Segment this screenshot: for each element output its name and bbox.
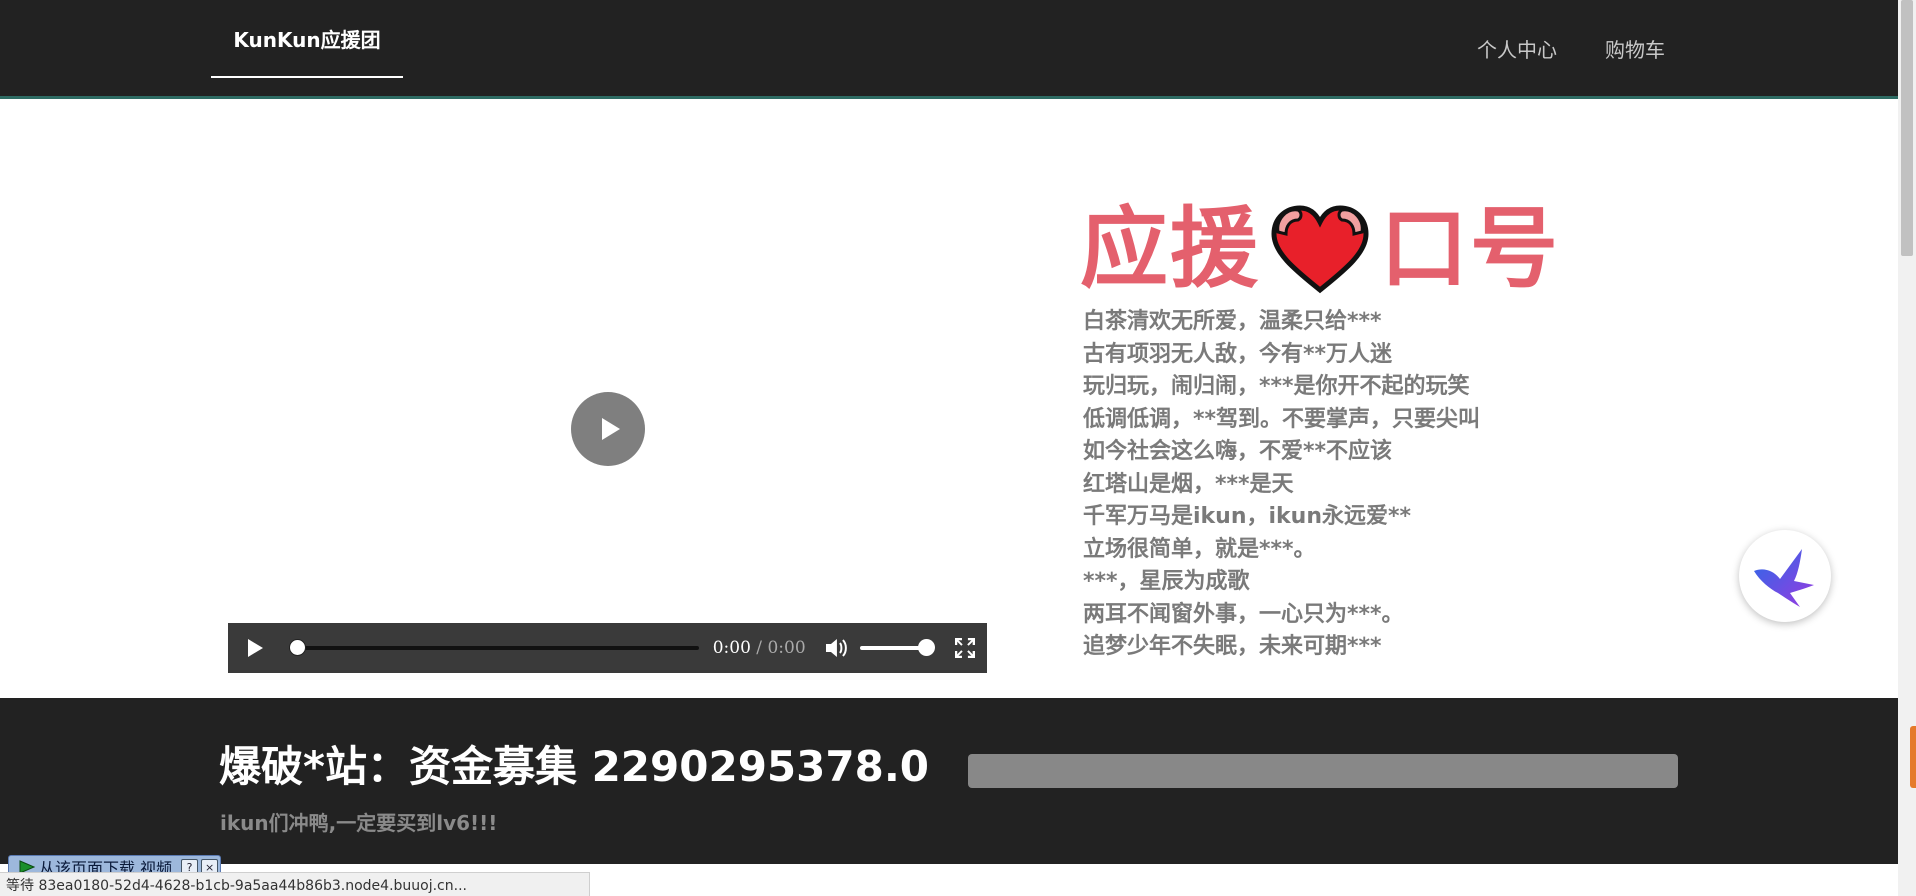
funding-section: 爆破*站：资金募集 2290295378.0 ikun们冲鸭,一定要买到lv6!… xyxy=(0,698,1898,864)
slogan-line: 红塔山是烟，***是天 xyxy=(1083,471,1294,497)
audio-play-icon[interactable] xyxy=(248,639,263,657)
side-edge-tab[interactable] xyxy=(1910,726,1916,788)
funding-progress-fill xyxy=(968,754,1678,788)
slogan-line: 如今社会这么嗨，不爱**不应该 xyxy=(1083,439,1393,464)
volume-slider[interactable] xyxy=(859,639,936,656)
slogan-line: ***，星辰为成歌 xyxy=(1083,569,1250,594)
audio-current-time: 0:00 xyxy=(712,638,751,658)
brand-link[interactable]: KunKun应援团 xyxy=(211,0,403,78)
slogan-title-right: 口号 xyxy=(1380,197,1561,300)
audio-time: 0:00 / 0:00 xyxy=(713,638,806,658)
bird-icon xyxy=(1754,549,1814,607)
fullscreen-icon[interactable] xyxy=(955,638,975,658)
slogan-line: 立场很简单，就是***。 xyxy=(1083,536,1316,562)
play-icon xyxy=(601,418,620,440)
slogan-line: 两耳不闻窗外事，一心只为***。 xyxy=(1083,601,1404,627)
volume-icon[interactable] xyxy=(824,637,848,659)
slogan-list: 白茶清欢无所爱，温柔只给*** 古有项羽无人敌，今有**万人迷 玩归玩，闹归闹，… xyxy=(1083,306,1483,664)
audio-player: 0:00 / 0:00 xyxy=(228,623,987,673)
slogan-line: 低调低调，**驾到。不要掌声，只要尖叫 xyxy=(1083,406,1481,432)
top-navbar: KunKun应援团 个人中心 购物车 xyxy=(0,0,1898,99)
scrollbar-thumb[interactable] xyxy=(1901,0,1913,256)
volume-thumb[interactable] xyxy=(918,639,936,656)
nav-link-shopping-cart[interactable]: 购物车 xyxy=(1605,34,1665,63)
floating-assistant-button[interactable] xyxy=(1739,530,1831,622)
slogan-title-left: 应援 xyxy=(1080,197,1261,300)
browser-status-bar: 等待 83ea0180-52d4-4628-b1cb-9a5aa44b86b3.… xyxy=(0,872,590,896)
funding-progress-bar xyxy=(968,754,1678,788)
funding-subtitle: ikun们冲鸭,一定要买到lv6!!! xyxy=(220,811,498,835)
slogan-line: 玩归玩，闹归闹，***是你开不起的玩笑 xyxy=(1083,374,1470,399)
seek-thumb[interactable] xyxy=(289,639,306,656)
video-player[interactable] xyxy=(228,100,988,620)
nav-links: 个人中心 购物车 xyxy=(1477,0,1665,96)
audio-time-separator: / xyxy=(750,638,768,658)
slogan-line: 白茶清欢无所爱，温柔只给*** xyxy=(1083,309,1382,334)
audio-duration: 0:00 xyxy=(767,638,806,658)
slogan-line: 追梦少年不失眠，未来可期*** xyxy=(1083,634,1382,659)
video-play-button[interactable] xyxy=(571,392,645,466)
slogan-line: 千军万马是ikun，ikun永远爱** xyxy=(1083,504,1412,529)
heart-hands-icon xyxy=(1271,205,1369,294)
funding-title: 爆破*站：资金募集 2290295378.0 xyxy=(219,742,930,791)
slogan-line: 古有项羽无人敌，今有**万人迷 xyxy=(1083,341,1393,367)
nav-link-personal-center[interactable]: 个人中心 xyxy=(1477,34,1557,63)
audio-seek-slider[interactable] xyxy=(289,639,699,656)
slogan-title: 应援 口号 xyxy=(1080,200,1560,298)
